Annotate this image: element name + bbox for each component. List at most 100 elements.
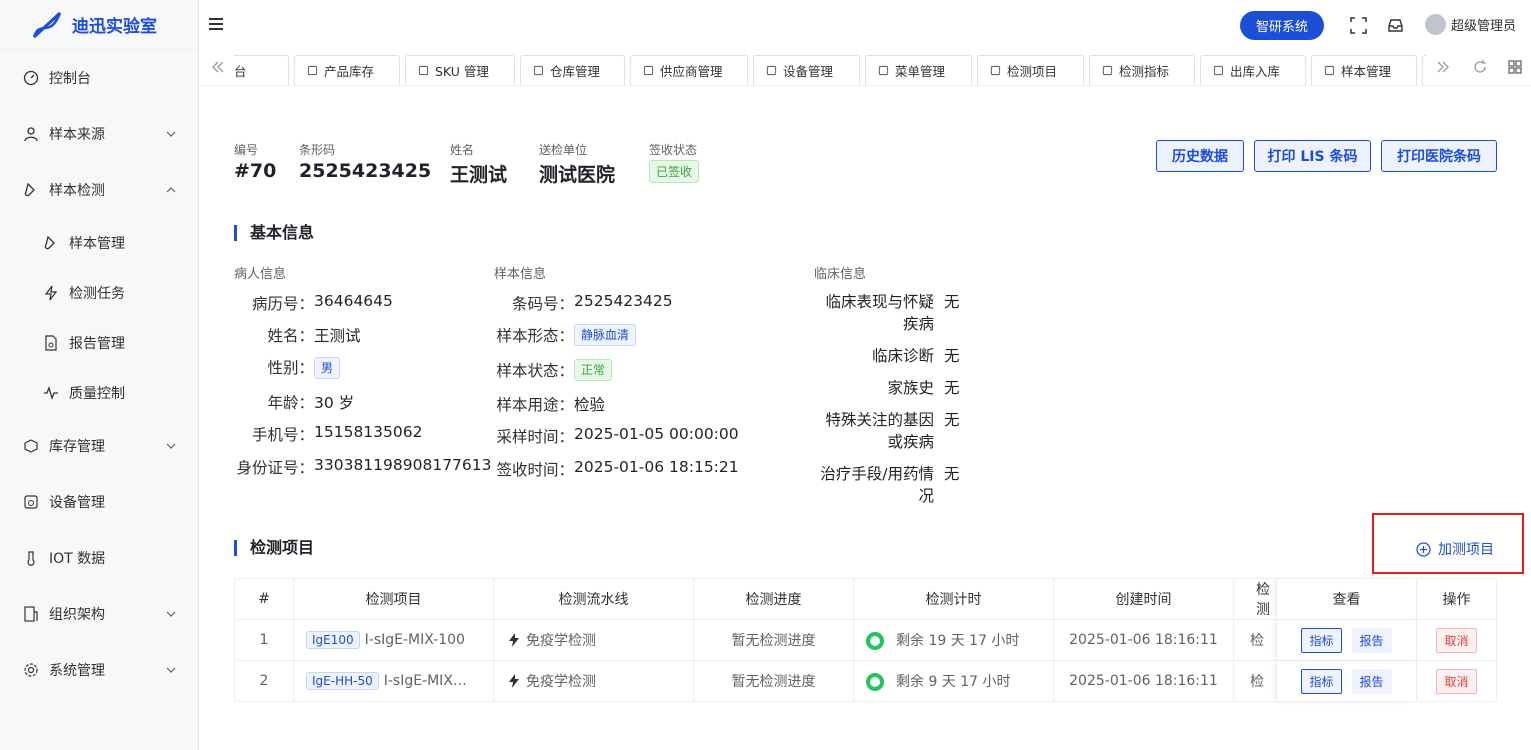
device-icon [766, 65, 777, 76]
print-lis-button[interactable]: 打印 LIS 条码 [1254, 140, 1371, 172]
sidebar-item-dashboard[interactable]: 控制台 [0, 50, 198, 106]
col-progress: 检测进度 [693, 578, 854, 620]
copy-icon [1102, 65, 1113, 76]
unit-value: 测试医院 [539, 164, 616, 186]
sidebar-item-sample-manage[interactable]: 样本管理 [0, 218, 198, 268]
field-value: 无 [944, 411, 960, 429]
field-value: 无 [944, 293, 960, 311]
index-button[interactable]: 指标 [1301, 668, 1342, 694]
row-action: 取消 [1416, 660, 1497, 702]
menu-toggle-icon[interactable] [208, 16, 224, 32]
field-label: 姓名： [267, 327, 314, 345]
clinical-info-label: 临床信息 [814, 267, 867, 282]
sidebar-item-inventory[interactable]: 库存管理 [0, 418, 198, 474]
sample-field: 样本状态： 正常 [494, 359, 613, 381]
sidebar-item-report[interactable]: 报告管理 [0, 318, 198, 368]
table-row: 1 IgE100 I-sIgE-MIX-100 免疫学检测 暂无检测进度 剩余 19 天 … [234, 619, 1497, 661]
box-icon [418, 65, 429, 76]
sidebar-item-label: 样本检测 [49, 183, 105, 199]
plus-circle-icon [1416, 541, 1431, 557]
tab-7[interactable]: 检测项目 [977, 55, 1084, 85]
warehouse-icon [533, 65, 544, 76]
row-action: 取消 [1416, 619, 1497, 661]
patient-field: 姓名： 王测试 [234, 324, 360, 346]
item-name: I-sIgE-MIX… [383, 673, 467, 689]
row-more: 检 [1233, 660, 1277, 702]
tab-3[interactable]: 仓库管理 [520, 55, 625, 85]
row-created: 2025-01-06 18:16:11 [1053, 619, 1234, 661]
sample-icon [42, 234, 60, 252]
report-button[interactable]: 报告 [1351, 668, 1392, 694]
inbox-icon[interactable] [1387, 17, 1404, 34]
index-button[interactable]: 指标 [1301, 627, 1342, 653]
sidebar-item-label: 系统管理 [49, 663, 105, 679]
sidebar-item-test-task[interactable]: 检测任务 [0, 268, 198, 318]
user-menu[interactable]: 超级管理员 [1425, 14, 1516, 35]
field-label: 采样时间： [496, 428, 574, 446]
tab-1[interactable]: 产品库存 [294, 55, 400, 85]
cancel-button[interactable]: 取消 [1436, 627, 1477, 653]
history-button[interactable]: 历史数据 [1156, 140, 1244, 172]
field-label: 临床表现与怀疑疾病 [825, 293, 934, 333]
organization-icon [22, 605, 40, 623]
field-value: 36464645 [314, 292, 393, 310]
field-value: 无 [944, 379, 960, 397]
sample-field: 条码号： 2525423425 [494, 292, 673, 314]
name-label: 姓名 [450, 143, 475, 157]
tab-9[interactable]: 出库入库 [1200, 55, 1306, 85]
row-view: 指标 报告 [1276, 619, 1417, 661]
inout-icon [1213, 65, 1224, 76]
tab-4[interactable]: 供应商管理 [630, 55, 748, 85]
settings-icon [878, 65, 889, 76]
tab-label: 菜单管理 [895, 64, 946, 79]
tabs-scroll-left-icon[interactable] [209, 59, 225, 75]
refresh-icon[interactable] [1472, 59, 1488, 75]
print-hospital-button[interactable]: 打印医院条码 [1381, 140, 1497, 172]
field-value: 无 [944, 347, 960, 365]
system-button[interactable]: 智研系统 [1240, 11, 1324, 40]
tab-5[interactable]: 设备管理 [753, 55, 860, 85]
field-value: 15158135062 [314, 423, 423, 441]
field-label: 临床诊断 [871, 347, 934, 365]
sample-icon [1324, 65, 1335, 76]
item-tag: IgE-HH-50 [306, 672, 379, 690]
sidebar-item-sample-test[interactable]: 样本检测 [0, 162, 198, 218]
field-label: 签收时间： [496, 461, 574, 479]
sidebar-item-device[interactable]: 设备管理 [0, 474, 198, 530]
sidebar-item-label: 控制台 [49, 71, 91, 87]
tab-6[interactable]: 菜单管理 [865, 55, 972, 85]
tab-2[interactable]: SKU 管理 [405, 55, 515, 85]
dashboard-icon [22, 69, 40, 87]
tab-11[interactable]: 样本检测 [1422, 55, 1426, 85]
dna-logo-icon [32, 11, 62, 38]
row-timer: 剩余 19 天 17 小时 [853, 619, 1054, 661]
row-item: IgE100 I-sIgE-MIX-100 [293, 619, 494, 661]
tabs-scroll-right-icon[interactable] [1436, 59, 1452, 75]
grid-icon[interactable] [1507, 59, 1523, 75]
sidebar-item-system[interactable]: 系统管理 [0, 642, 198, 698]
clinical-field: 家族史无 [814, 377, 960, 399]
tests-table: # 检测项目 检测流水线 检测进度 检测计时 创建时间 检测 查看 操作 1 Ig… [234, 578, 1497, 702]
sidebar-item-sample-source[interactable]: 样本来源 [0, 106, 198, 162]
sidebar-item-label: 库存管理 [49, 439, 105, 455]
add-test-button[interactable]: 加测项目 [1416, 539, 1494, 559]
sidebar-item-iot[interactable]: IOT 数据 [0, 530, 198, 586]
sidebar-item-org[interactable]: 组织架构 [0, 586, 198, 642]
sidebar-item-label: IOT 数据 [49, 551, 106, 567]
row-timer: 剩余 9 天 17 小时 [853, 660, 1054, 702]
tab-10[interactable]: 样本管理 [1311, 55, 1417, 85]
sample-number: #70 [234, 160, 277, 182]
basic-info-title: 基本信息 [234, 225, 314, 241]
tab-0[interactable]: 控制台 [234, 55, 289, 85]
fullscreen-icon[interactable] [1350, 17, 1367, 34]
col-item: 检测项目 [293, 578, 494, 620]
tab-8[interactable]: 检测指标 [1089, 55, 1195, 85]
sidebar-item-quality[interactable]: 质量控制 [0, 368, 198, 418]
tab-label: SKU 管理 [435, 64, 489, 79]
top-bar: 智研系统 超级管理员 [199, 0, 1531, 50]
cancel-button[interactable]: 取消 [1436, 668, 1477, 694]
row-pipeline: 免疫学检测 [493, 619, 694, 661]
report-button[interactable]: 报告 [1351, 627, 1392, 653]
tab-label: 供应商管理 [660, 64, 723, 79]
app-logo[interactable]: 迪迅实验室 [0, 0, 198, 50]
